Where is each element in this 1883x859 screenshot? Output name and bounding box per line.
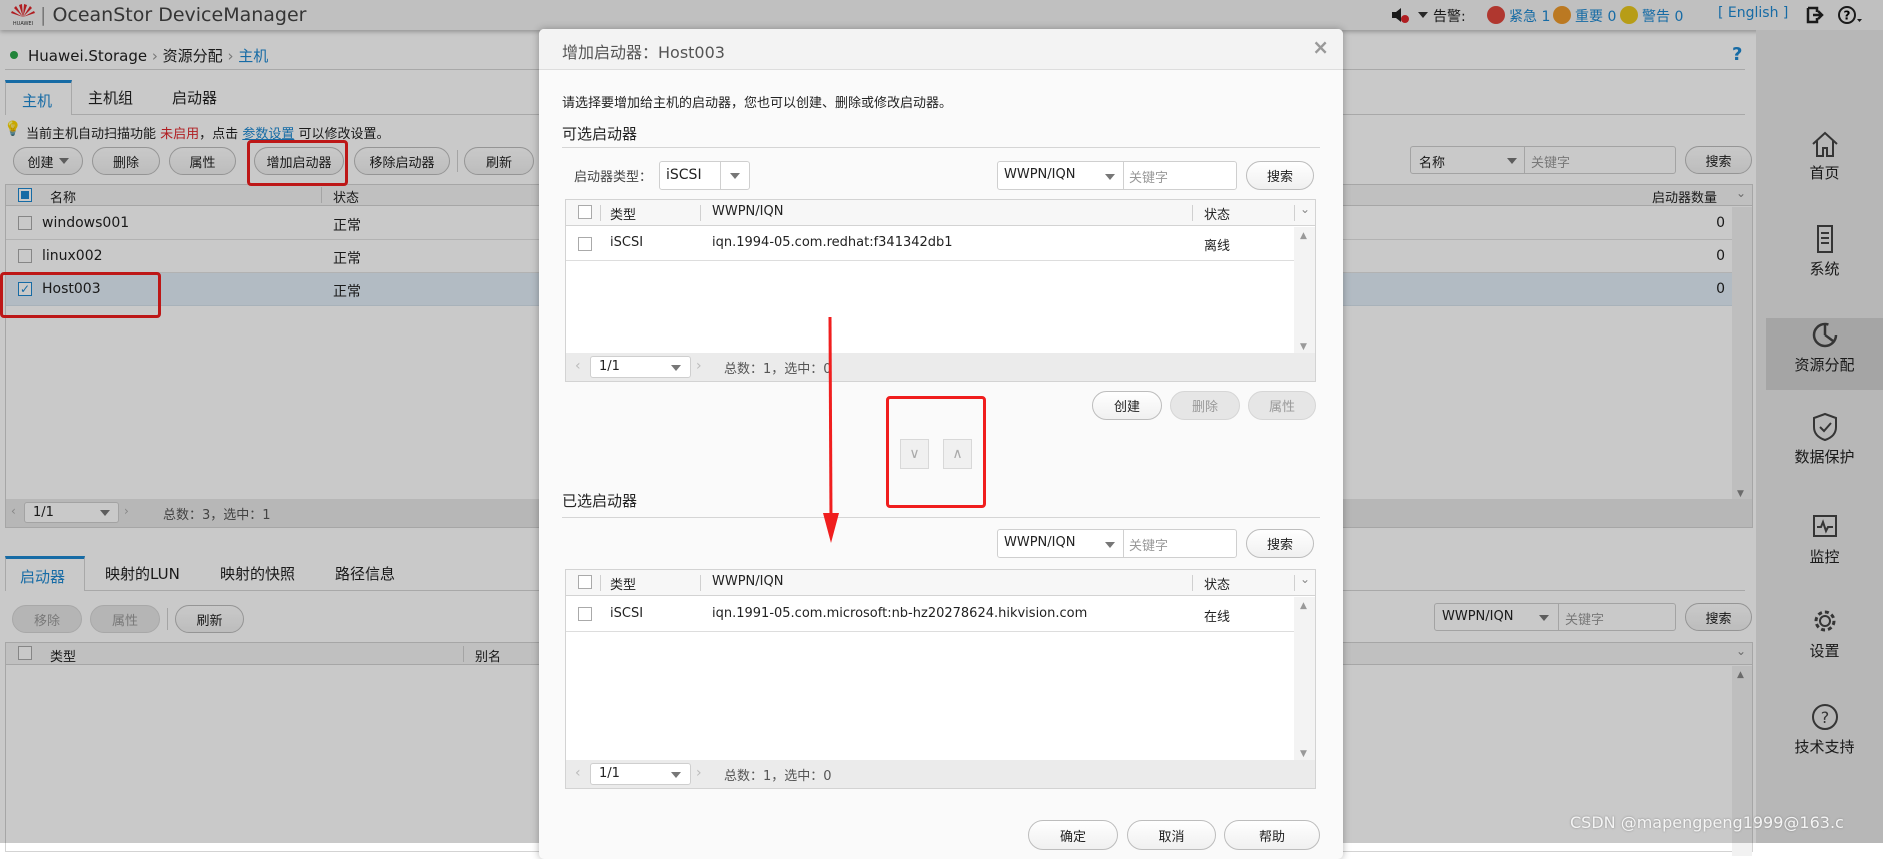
- dialog-title: 增加启动器：Host003: [562, 43, 725, 62]
- divider: [600, 575, 601, 591]
- delete-initiator-button[interactable]: 删除: [1170, 391, 1240, 420]
- close-icon[interactable]: ×: [1312, 35, 1329, 59]
- next-page-icon[interactable]: ›: [696, 765, 702, 781]
- pager: ‹ 1/1 › 总数：1，选中：0: [566, 760, 1315, 788]
- chevron-down-icon: [730, 173, 740, 179]
- initiator-status: 在线: [1204, 610, 1231, 625]
- table-row[interactable]: iSCSI iqn.1991-05.com.microsoft:nb-hz202…: [566, 597, 1295, 632]
- create-initiator-button[interactable]: 创建: [1092, 391, 1162, 420]
- initiator-type-label: 启动器类型：: [574, 170, 653, 185]
- annotation-highlight-move-buttons: [886, 396, 986, 508]
- column-header-status[interactable]: 状态: [1204, 204, 1230, 223]
- help-button[interactable]: 帮助: [1224, 820, 1320, 850]
- search-input[interactable]: 关键字: [1129, 535, 1168, 554]
- row-checkbox[interactable]: [578, 237, 592, 251]
- initiator-wwpn: iqn.1994-05.com.redhat:f341342db1: [712, 235, 953, 250]
- chevron-down-icon[interactable]: [1105, 542, 1115, 548]
- table-header: 类型 WWPN/IQN 状态 ⌄: [566, 570, 1315, 596]
- search-input[interactable]: 关键字: [1129, 167, 1168, 186]
- initiator-properties-button[interactable]: 属性: [1248, 391, 1316, 420]
- available-search-box: WWPN/IQN 关键字: [997, 161, 1237, 190]
- available-initiators-heading: 可选启动器: [562, 125, 638, 143]
- divider: [562, 147, 1320, 148]
- divider: [700, 205, 701, 221]
- page-value: 1/1: [599, 766, 620, 781]
- scrollbar[interactable]: ▲ ▼: [1294, 597, 1315, 761]
- selected-search-box: WWPN/IQN 关键字: [997, 529, 1237, 558]
- dialog-instruction: 请选择要增加给主机的启动器，您也可以创建、删除或修改启动器。: [562, 96, 953, 111]
- divider: [700, 575, 701, 591]
- divider: [600, 205, 601, 221]
- add-initiator-dialog: 增加启动器：Host003 × 请选择要增加给主机的启动器，您也可以创建、删除或…: [539, 29, 1343, 859]
- table-header: 类型 WWPN/IQN 状态 ⌄: [566, 200, 1315, 226]
- column-settings-icon[interactable]: ⌄: [1300, 572, 1310, 586]
- ok-button[interactable]: 确定: [1028, 820, 1118, 850]
- page-select[interactable]: 1/1: [590, 356, 691, 378]
- annotation-arrow: [823, 316, 839, 543]
- column-header-wwpn[interactable]: WWPN/IQN: [712, 574, 783, 589]
- column-header-wwpn[interactable]: WWPN/IQN: [712, 204, 783, 219]
- pager: ‹ 1/1 › 总数：1，选中：0: [566, 353, 1315, 381]
- selected-initiators-table: 类型 WWPN/IQN 状态 ⌄ iSCSI iqn.1991-05.com.m…: [565, 569, 1316, 789]
- column-header-status[interactable]: 状态: [1204, 574, 1230, 593]
- initiator-type-value: iSCSI: [666, 167, 702, 183]
- selected-initiators-heading: 已选启动器: [562, 492, 638, 510]
- initiator-type: iSCSI: [610, 606, 644, 621]
- table-row[interactable]: iSCSI iqn.1994-05.com.redhat:f341342db1 …: [566, 227, 1295, 261]
- initiator-type-select[interactable]: iSCSI: [659, 161, 750, 190]
- search-button[interactable]: 搜索: [1246, 161, 1314, 190]
- divider: [720, 162, 721, 189]
- divider: [1294, 205, 1295, 221]
- cancel-button[interactable]: 取消: [1127, 820, 1216, 850]
- column-header-type[interactable]: 类型: [610, 204, 636, 223]
- next-page-icon[interactable]: ›: [696, 358, 702, 374]
- search-button[interactable]: 搜索: [1246, 529, 1314, 558]
- chevron-down-icon: [671, 772, 681, 778]
- pager-summary: 总数：1，选中：0: [724, 769, 832, 784]
- search-field-select[interactable]: WWPN/IQN: [1004, 167, 1075, 182]
- divider: [1123, 162, 1124, 189]
- dialog-title-bar: 增加启动器：Host003 ×: [539, 29, 1343, 70]
- divider: [1294, 575, 1295, 591]
- divider: [562, 517, 1320, 518]
- prev-page-icon[interactable]: ‹: [575, 358, 581, 374]
- initiator-status: 离线: [1204, 239, 1231, 254]
- page-select[interactable]: 1/1: [590, 763, 691, 785]
- column-header-type[interactable]: 类型: [610, 574, 636, 593]
- divider: [1123, 530, 1124, 557]
- watermark: CSDN @mapengpeng1999@163.c: [1570, 813, 1844, 832]
- available-initiators-table: 类型 WWPN/IQN 状态 ⌄ iSCSI iqn.1994-05.com.r…: [565, 199, 1316, 382]
- row-checkbox[interactable]: [578, 607, 592, 621]
- select-all-checkbox[interactable]: [578, 575, 592, 589]
- divider: [1192, 205, 1193, 221]
- page-value: 1/1: [599, 359, 620, 374]
- initiator-wwpn: iqn.1991-05.com.microsoft:nb-hz20278624.…: [712, 606, 1088, 621]
- prev-page-icon[interactable]: ‹: [575, 765, 581, 781]
- search-field-select[interactable]: WWPN/IQN: [1004, 535, 1075, 550]
- scrollbar[interactable]: ▲ ▼: [1294, 227, 1315, 354]
- chevron-down-icon[interactable]: [1105, 174, 1115, 180]
- divider: [1192, 575, 1193, 591]
- column-settings-icon[interactable]: ⌄: [1300, 202, 1310, 216]
- chevron-down-icon: [671, 365, 681, 371]
- select-all-checkbox[interactable]: [578, 205, 592, 219]
- initiator-type: iSCSI: [610, 235, 644, 250]
